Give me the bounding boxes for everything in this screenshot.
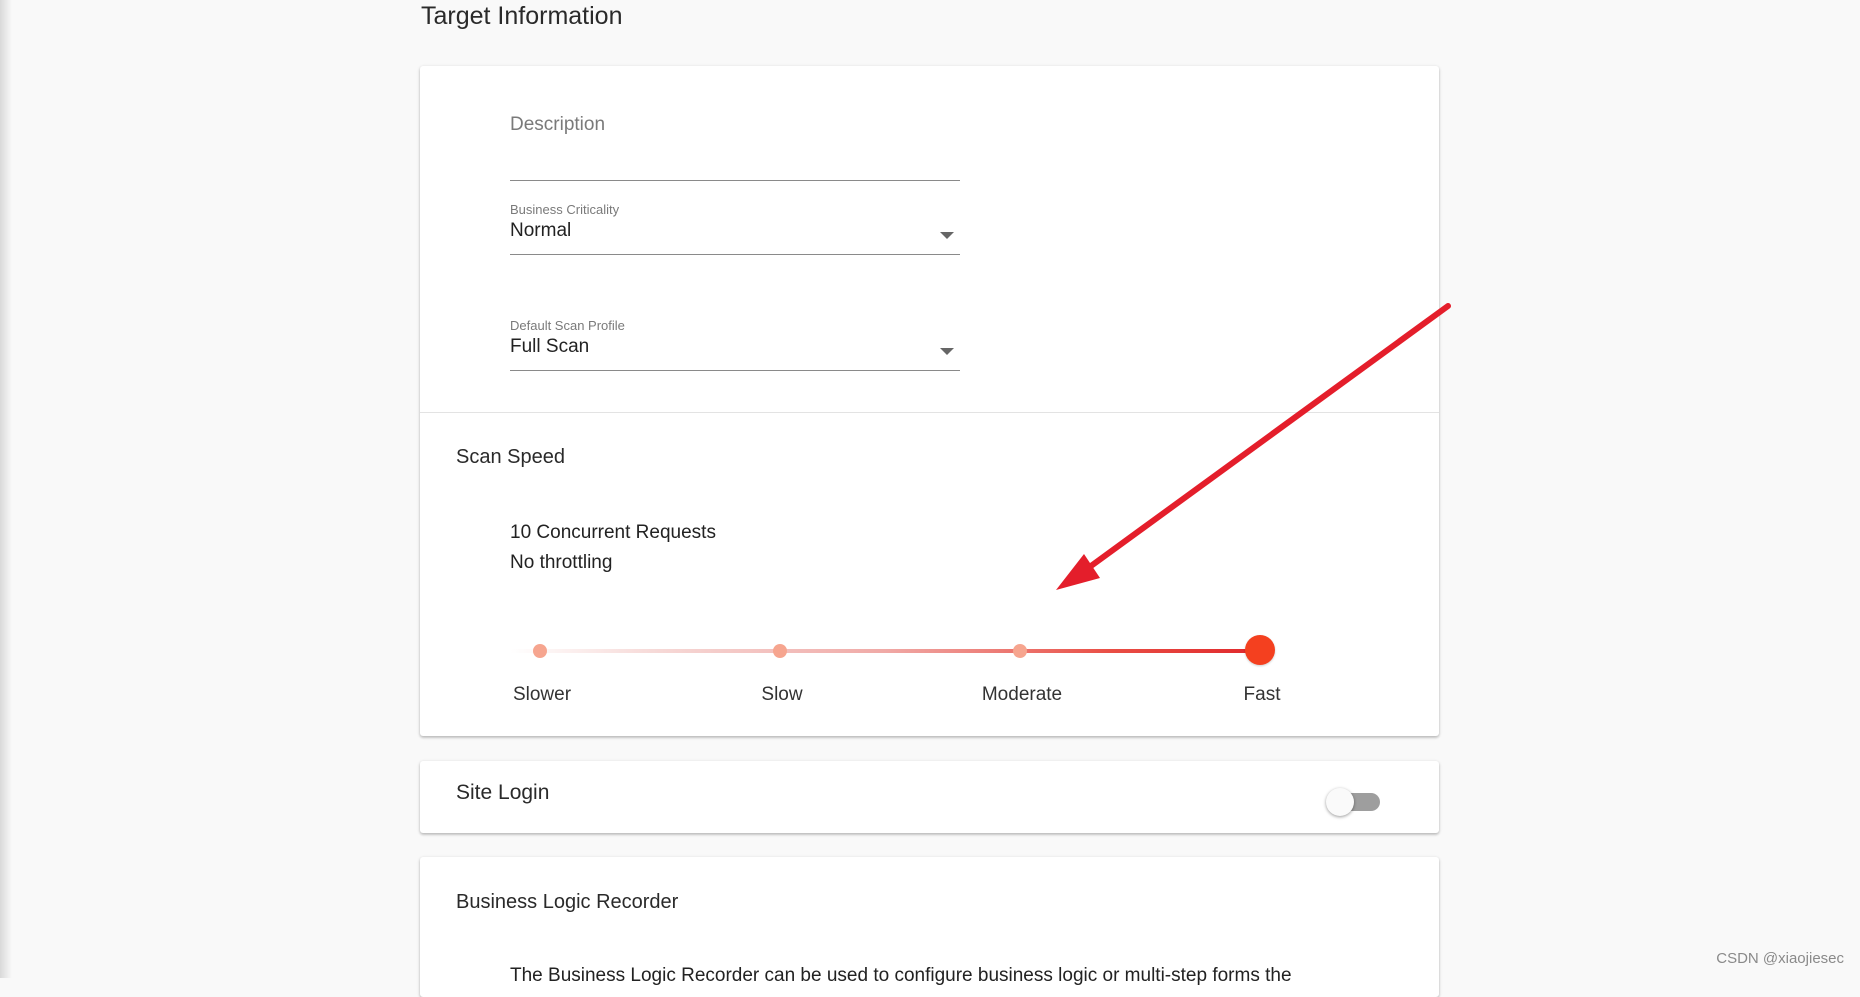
description-underline [510,180,960,181]
business-criticality-value: Normal [510,220,572,241]
business-logic-recorder-title: Business Logic Recorder [456,891,679,913]
slider-stop-slower[interactable] [533,644,547,658]
site-login-card: Site Login [420,761,1439,833]
scan-speed-throttling: No throttling [510,552,613,573]
slider-stop-slow[interactable] [773,644,787,658]
business-logic-recorder-card: Business Logic Recorder The Business Log… [420,857,1439,997]
watermark: CSDN @xiaojiesec [1716,950,1844,967]
business-criticality-underline [510,254,960,255]
slider-label-slower: Slower [512,684,572,705]
scan-speed-concurrency: 10 Concurrent Requests [510,522,716,543]
arrow-shaft [1077,303,1451,577]
arrow-head [1056,554,1100,590]
default-scan-profile-value: Full Scan [510,336,590,357]
default-scan-profile-label: Default Scan Profile [510,318,625,333]
red-annotation-arrow [1056,303,1451,590]
left-edge-shadow [0,0,12,978]
chevron-down-icon [940,232,954,239]
slider-label-moderate: Moderate [981,684,1063,705]
slider-stop-moderate[interactable] [1013,644,1027,658]
site-login-toggle[interactable] [1326,786,1382,816]
scan-speed-slider[interactable]: Slower Slow Moderate Fast [510,620,1290,705]
slider-thumb[interactable] [1245,635,1275,665]
description-field[interactable]: Description [510,106,960,181]
site-login-title: Site Login [456,781,550,804]
business-logic-recorder-description: The Business Logic Recorder can be used … [510,965,1292,986]
section-title: Target Information [421,2,623,30]
business-criticality-label: Business Criticality [510,202,620,217]
chevron-down-icon [940,348,954,355]
default-scan-profile-underline [510,370,960,371]
default-scan-profile-select[interactable]: Default Scan Profile Full Scan [510,312,960,372]
slider-label-fast: Fast [1243,684,1281,705]
scan-speed-title: Scan Speed [456,446,565,468]
slider-track[interactable] [510,649,1260,653]
description-placeholder: Description [510,114,606,135]
slider-label-slow: Slow [761,684,803,705]
toggle-knob [1326,788,1354,816]
business-criticality-select[interactable]: Business Criticality Normal [510,196,960,256]
